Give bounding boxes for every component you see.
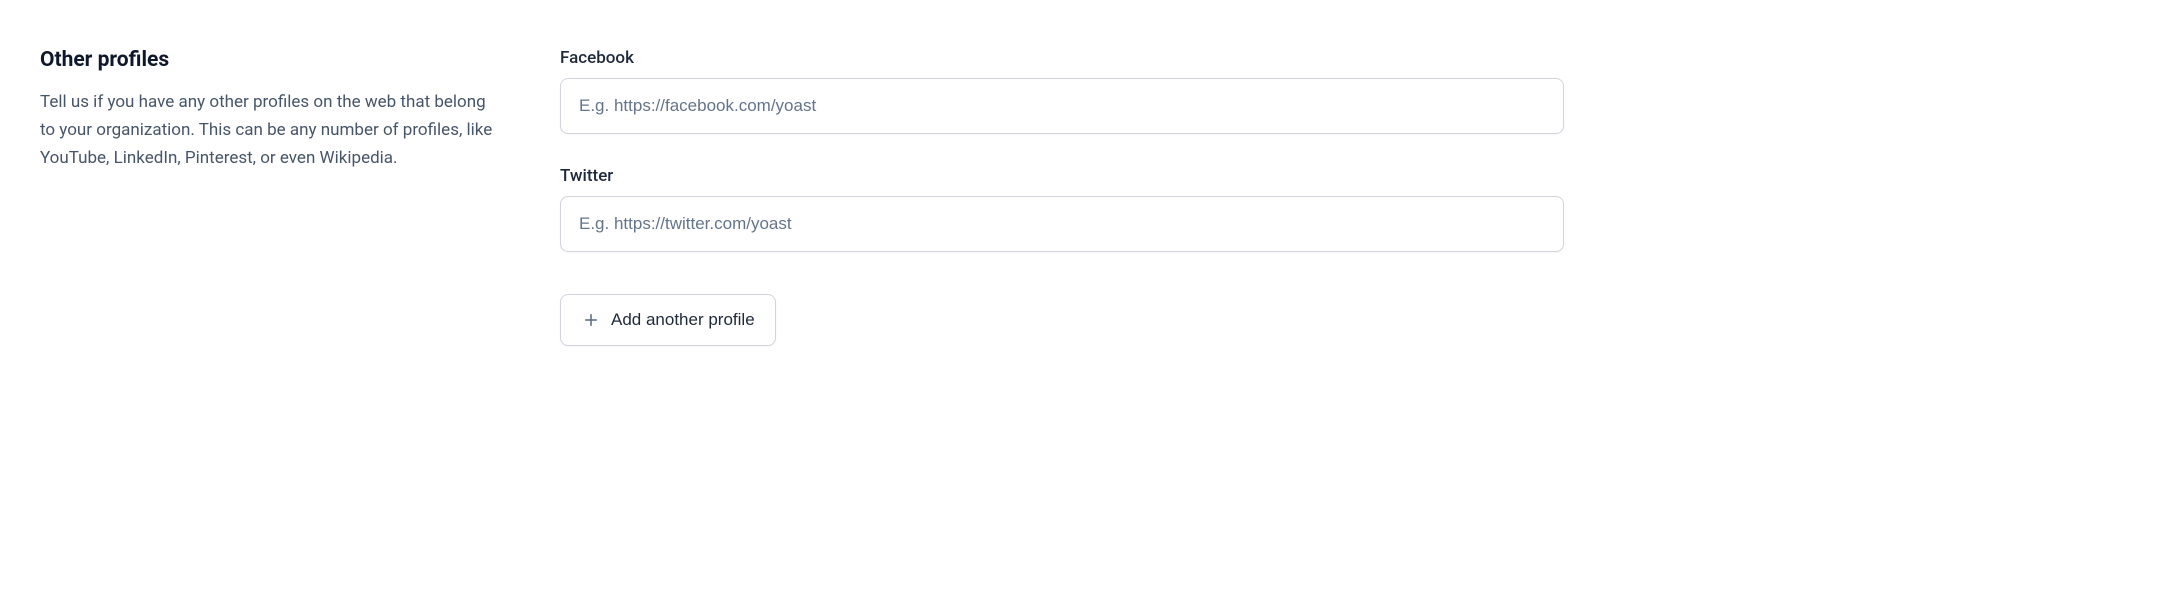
other-profiles-section: Other profiles Tell us if you have any o… <box>40 48 1564 346</box>
add-profile-button[interactable]: Add another profile <box>560 294 776 346</box>
add-profile-button-label: Add another profile <box>611 310 755 330</box>
plus-icon <box>581 310 601 330</box>
facebook-field: Facebook <box>560 48 1564 134</box>
twitter-field: Twitter <box>560 166 1564 252</box>
facebook-input[interactable] <box>560 78 1564 134</box>
section-title: Other profiles <box>40 48 500 72</box>
section-description: Tell us if you have any other profiles o… <box>40 88 500 172</box>
profile-fields: Facebook Twitter Add another profile <box>560 48 1564 346</box>
twitter-input[interactable] <box>560 196 1564 252</box>
section-sidebar: Other profiles Tell us if you have any o… <box>40 48 500 346</box>
twitter-label: Twitter <box>560 166 1564 186</box>
facebook-label: Facebook <box>560 48 1564 68</box>
